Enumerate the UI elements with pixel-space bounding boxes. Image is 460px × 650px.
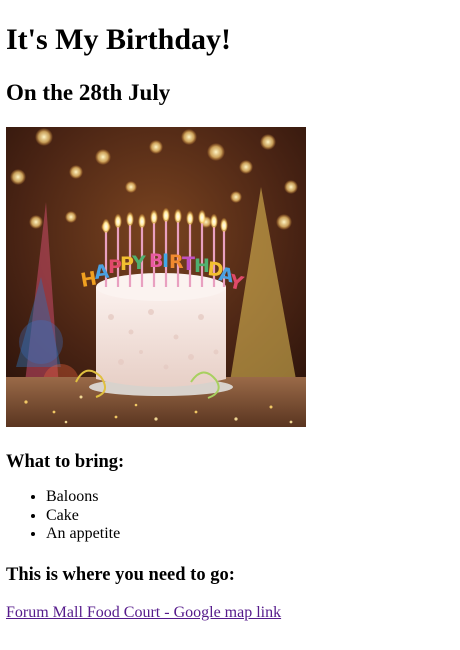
page-subtitle: On the 28th July (6, 80, 171, 105)
list-item: An appetite (46, 525, 120, 544)
list-item: Cake (46, 507, 120, 526)
google-map-link[interactable]: Forum Mall Food Court - Google map link (6, 603, 281, 623)
birthday-cake-illustration: H A P P Y B I R T H D A Y (6, 127, 306, 427)
where-to-go-heading: This is where you need to go: (6, 565, 235, 585)
list-item: Baloons (46, 488, 120, 507)
birthday-cake-image: H A P P Y B I R T H D A Y (6, 127, 306, 427)
bring-list: Baloons Cake An appetite (6, 488, 120, 544)
page-title: It's My Birthday! (6, 23, 231, 56)
what-to-bring-heading: What to bring: (6, 452, 125, 472)
svg-text:Y: Y (131, 252, 146, 274)
